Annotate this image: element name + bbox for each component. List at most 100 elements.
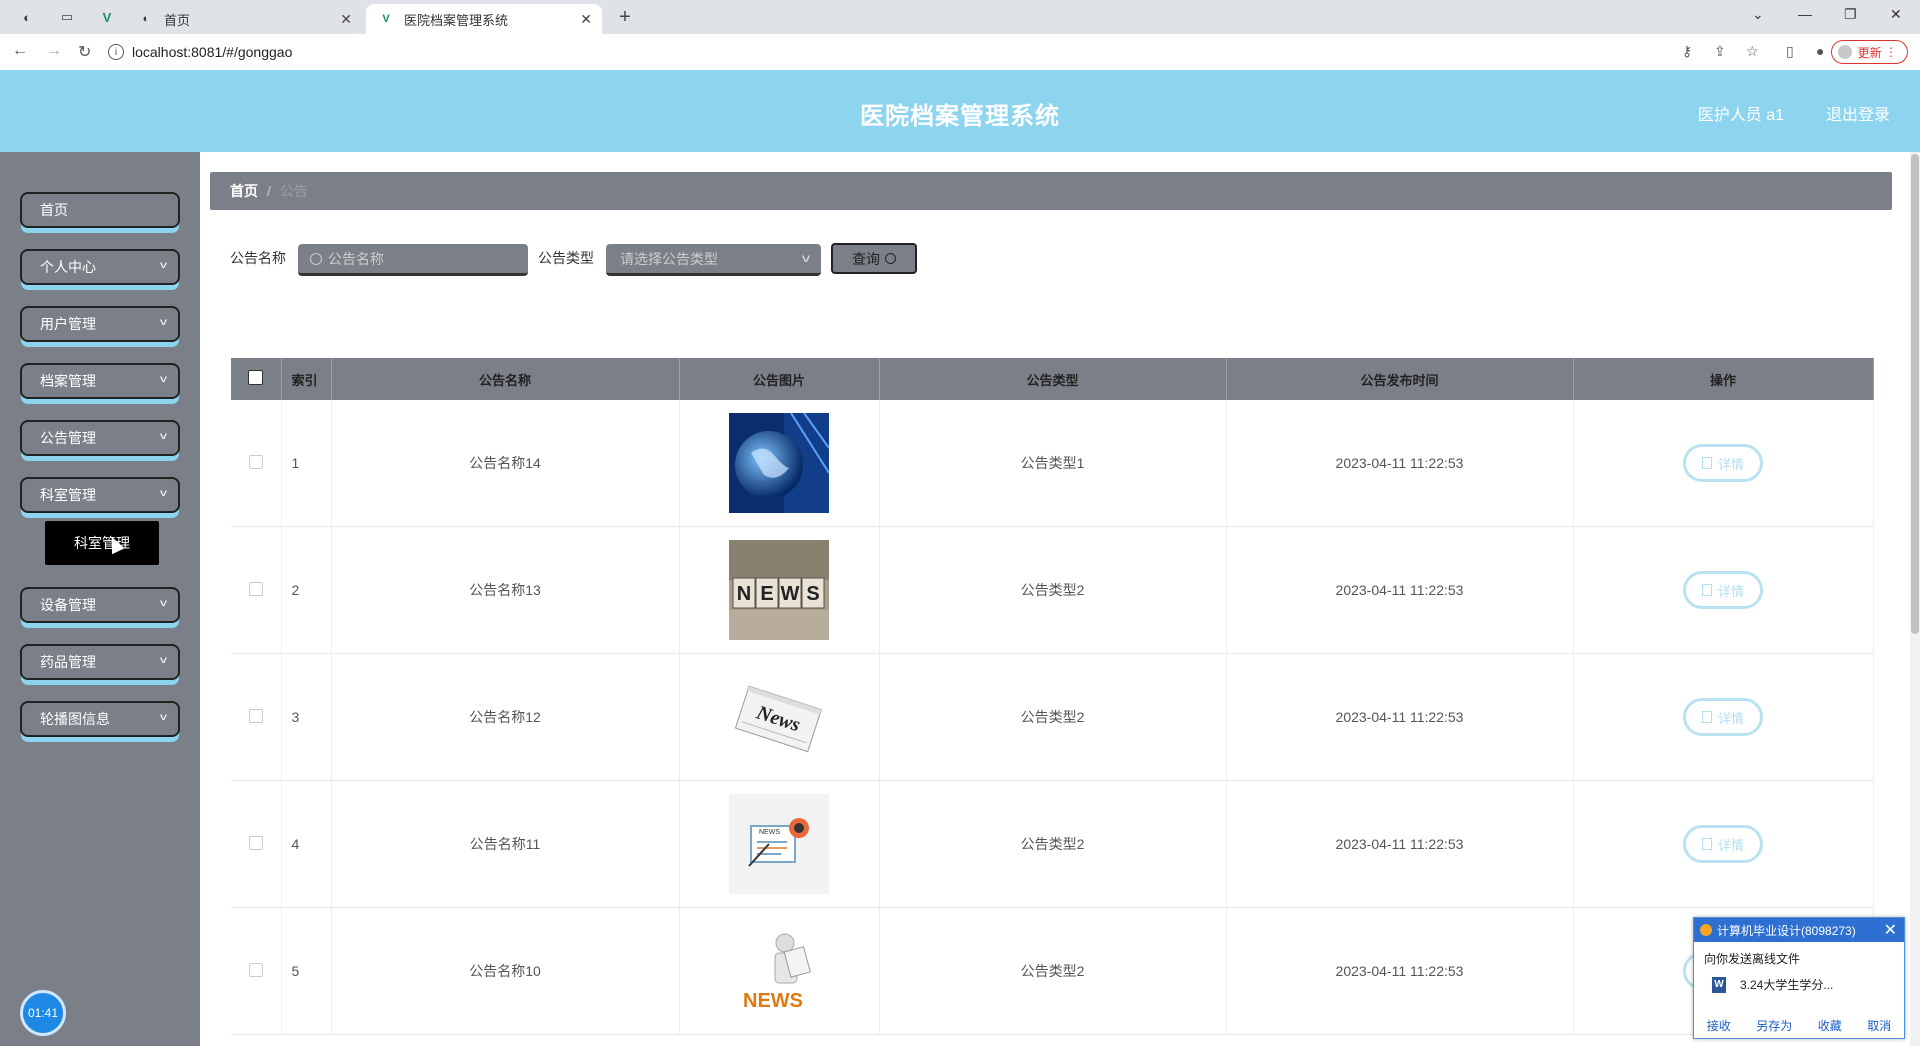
vue-icon: V [382,13,390,25]
row-type: 公告类型2 [879,526,1227,654]
checkbox[interactable] [248,370,264,385]
sidebar-item-label: 公告管理 [40,430,96,446]
chevron-down-icon: v [801,251,811,265]
sidepanel-icon[interactable]: ▯ [1786,43,1794,60]
svg-text:W: W [781,583,800,605]
sidebar-item-users[interactable]: 用户管理 v [20,306,180,342]
select-all-checkbox[interactable] [231,358,282,400]
row-checkbox[interactable] [248,581,263,596]
query-label: 查询 [852,250,880,267]
document-icon [1701,457,1712,469]
close-icon[interactable]: ✕ [580,11,592,28]
vue-icon: V [102,9,112,25]
header-time: 公告发布时间 [1226,358,1574,400]
update-button[interactable]: 更新 ⋮ [1830,40,1908,64]
scrollbar-thumb[interactable] [1911,154,1919,634]
browser-tabbar: ◐ ▭ V ◐ 首页 ✕ V 医院档案管理系统 ✕ + ⌄ — ❐ ✕ [0,0,1920,34]
tab-pinned-1[interactable]: ◐ [16,8,38,26]
sidebar-item-departments[interactable]: 科室管理 v [20,477,180,513]
tab-label: 医院档案管理系统 [404,12,509,28]
reload-icon[interactable]: ↻ [78,42,91,62]
accept-link[interactable]: 接收 [1707,1017,1731,1034]
document-icon [1701,711,1712,723]
clock-badge[interactable]: 01:41 [20,990,66,1036]
row-checkbox[interactable] [248,835,263,850]
profile-icon[interactable]: ● [1816,43,1824,59]
file-name: 3.24大学生学分... [1740,978,1834,992]
search-icon [310,252,322,265]
sidebar-item-notices[interactable]: 公告管理 v [20,420,180,456]
sidebar-item-medicine[interactable]: 药品管理 v [20,644,180,680]
sidebar-item-home[interactable]: 首页 [20,192,180,228]
url-text: localhost:8081/#/gonggao [132,44,293,60]
key-icon[interactable]: ⚷ [1682,43,1692,60]
news-icon-image: NEWS [729,794,829,894]
close-icon[interactable]: ✕ [340,11,352,28]
info-icon[interactable]: i [108,44,124,60]
url-field[interactable]: i localhost:8081/#/gonggao [108,41,1658,63]
share-icon[interactable]: ⇪ [1714,43,1726,60]
breadcrumb-home[interactable]: 首页 [230,181,258,201]
row-index: 5 [281,907,332,1035]
search-placeholder: 公告名称 [328,250,384,267]
sidebar-item-label: 用户管理 [40,316,96,332]
detail-button[interactable]: 详情 [1683,444,1763,482]
popup-file[interactable]: W 3.24大学生学分... [1712,976,1833,993]
detail-button[interactable]: 详情 [1683,698,1763,736]
svg-text:N: N [737,583,751,605]
row-name: 公告名称14 [331,400,680,527]
cancel-link[interactable]: 取消 [1867,1017,1891,1034]
popup-message: 向你发送离线文件 [1704,952,1801,966]
favorite-link[interactable]: 收藏 [1818,1017,1842,1034]
row-time: 2023-04-11 11:22:53 [1226,780,1574,908]
new-tab-button[interactable]: + [614,6,636,28]
sidebar-item-archives[interactable]: 档案管理 v [20,363,180,399]
detail-button[interactable]: 详情 [1683,825,1763,863]
header-image: 公告图片 [679,358,880,400]
back-icon[interactable]: ← [12,42,28,60]
globe-icon: ◐ [23,9,31,25]
word-icon: W [1712,976,1726,993]
minimize-icon[interactable]: — [1798,6,1812,22]
type-select[interactable]: 请选择公告类型 v [606,244,821,276]
table-header-row: 索引 公告名称 公告图片 公告类型 公告发布时间 操作 [231,358,1874,400]
sidebar-item-profile[interactable]: 个人中心 v [20,249,180,285]
row-name: 公告名称12 [331,653,680,781]
table-row: 2 公告名称13 NEWS 公告类型2 2023-04-11 11:22:53 … [231,526,1874,654]
close-icon[interactable]: ✕ [1884,920,1897,940]
select-placeholder: 请选择公告类型 [620,250,718,267]
detail-label: 详情 [1717,837,1744,853]
row-checkbox[interactable] [248,454,263,469]
query-button[interactable]: 查询 [831,243,917,274]
tab-search-icon[interactable]: ⌄ [1752,6,1764,23]
save-as-link[interactable]: 另存为 [1756,1017,1792,1034]
chevron-down-icon: v [160,374,167,385]
header-index: 索引 [281,358,332,400]
logout-link[interactable]: 退出登录 [1826,101,1890,125]
star-icon[interactable]: ☆ [1746,43,1759,60]
svg-text:E: E [760,583,773,605]
update-label: 更新 [1857,45,1882,60]
row-index: 3 [281,653,332,781]
table-row: 5 公告名称10 NEWS 公告类型2 2023-04-11 11:22:53 … [231,907,1874,1035]
submenu-department-manage[interactable]: 科室管理 [45,521,159,565]
search-input[interactable]: 公告名称 [298,244,528,276]
row-checkbox[interactable] [248,962,263,977]
document-icon [1701,838,1712,850]
forward-icon[interactable]: → [46,42,62,60]
tab-pinned-2[interactable]: ▭ [56,8,78,26]
tab-home[interactable]: ◐ 首页 ✕ [126,4,362,34]
row-checkbox[interactable] [248,708,263,723]
detail-button[interactable]: 详情 [1683,571,1763,609]
sidebar-item-carousel[interactable]: 轮播图信息 v [20,701,180,737]
header-actions: 操作 [1573,358,1874,400]
sidebar-item-label: 首页 [40,202,68,218]
close-window-icon[interactable]: ✕ [1890,6,1902,23]
search-type-label: 公告类型 [538,250,594,266]
tab-pinned-3[interactable]: V [96,8,118,26]
tab-active[interactable]: V 医院档案管理系统 ✕ [366,4,602,34]
address-bar: ← → ↻ i localhost:8081/#/gonggao ⚷ ⇪ ☆ ▯… [0,34,1920,71]
sidebar: 首页 个人中心 v 用户管理 v 档案管理 v 公告管理 v 科室管理 v 设备管理 v 药… [0,152,200,1046]
restore-icon[interactable]: ❐ [1844,6,1857,23]
sidebar-item-equipment[interactable]: 设备管理 v [20,587,180,623]
